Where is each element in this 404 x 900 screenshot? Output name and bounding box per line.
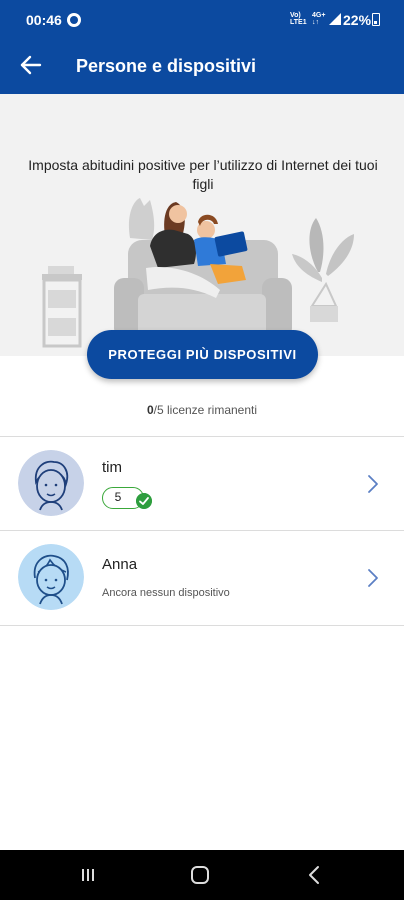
network-indicator-2: 4G+ ↓↑ [312, 12, 326, 26]
notification-icon [67, 13, 81, 27]
child-avatar-icon [18, 544, 84, 610]
licenses-remaining: 0/5 licenze rimanenti [0, 403, 404, 417]
home-icon[interactable] [191, 866, 209, 884]
profile-name: Anna [102, 556, 138, 573]
page-title: Persone e dispositivi [76, 56, 257, 76]
protect-more-devices-button[interactable]: PROTEGGI PIÙ DISPOSITIVI [87, 330, 318, 379]
hero-text: Imposta abitudini positive per l’utilizz… [28, 157, 378, 192]
profile-subtitle: Ancora nessun dispositivo [102, 587, 230, 599]
battery-percentage: 22% [343, 12, 372, 28]
arrow-left-icon[interactable] [18, 52, 44, 78]
divider [0, 625, 404, 626]
boy-avatar-icon [18, 450, 84, 516]
profile-row-tim[interactable]: tim 5 [0, 437, 404, 531]
system-navigation-bar [0, 850, 404, 900]
signal-icon [329, 13, 341, 25]
chevron-right-icon[interactable] [366, 474, 380, 494]
battery-icon [372, 13, 380, 26]
network-indicator: Vo) LTE1 [290, 12, 307, 26]
hero-banner: Imposta abitudini positive per l’utilizz… [0, 94, 404, 356]
profile-name: tim [102, 459, 122, 476]
licenses-count: 0 [146, 403, 154, 417]
back-icon[interactable] [308, 865, 320, 885]
check-circle-icon [136, 493, 152, 509]
recents-icon[interactable] [80, 867, 96, 883]
profile-row-anna[interactable]: Anna Ancora nessun dispositivo [0, 531, 404, 625]
app-bar: 00:46 Vo) LTE1 4G+ ↓↑ 22% Persone e dispos… [0, 0, 404, 94]
licenses-label: /5 licenze rimanenti [153, 403, 258, 417]
status-time: 00:46 [26, 12, 62, 28]
status-bar: 00:46 Vo) LTE1 4G+ ↓↑ 22% [0, 0, 404, 38]
chevron-right-icon[interactable] [366, 568, 380, 588]
